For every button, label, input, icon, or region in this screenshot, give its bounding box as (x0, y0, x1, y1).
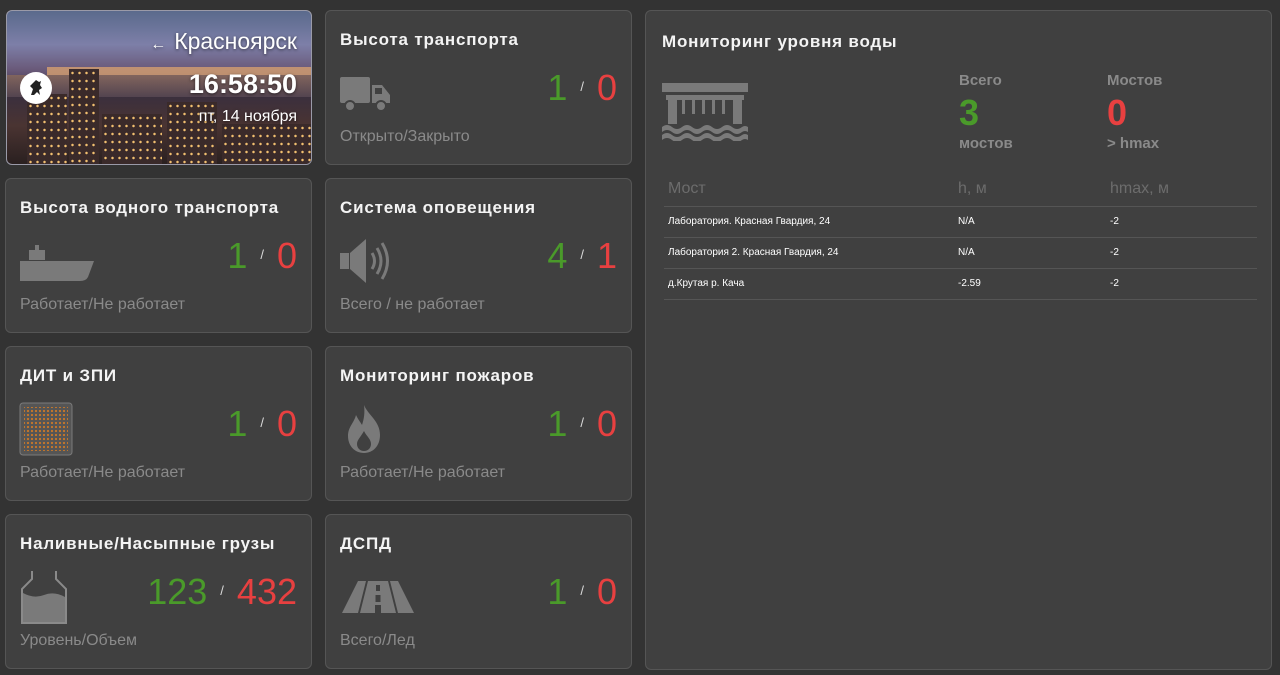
card-title: Высота водного транспорта (20, 198, 279, 217)
city-photo-building (69, 69, 99, 164)
total-value: 3 (959, 92, 980, 133)
count-bad: 0 (596, 67, 617, 108)
count-ok: 4 (547, 235, 568, 276)
count-bad: 1 (596, 235, 617, 276)
city-switch-link[interactable]: ← Красноярск (150, 28, 297, 55)
count-separator: / (580, 414, 584, 430)
bridge-water-icon (662, 83, 748, 146)
water-level-panel[interactable]: Мониторинг уровня воды Всего 3 мостов Мо… (645, 10, 1272, 670)
ship-icon (18, 231, 98, 291)
count-separator: / (580, 582, 584, 598)
count-ok: 1 (547, 571, 568, 612)
card-title: Высота транспорта (340, 30, 519, 49)
cell-bridge-name: Лаборатория 2. Красная Гвардия, 24 (664, 237, 954, 269)
city-photo-building (27, 94, 67, 164)
count-separator: / (580, 78, 584, 94)
count-separator: / (580, 246, 584, 262)
count-ok: 1 (227, 403, 248, 444)
status-counts: 1 / 0 (227, 235, 297, 277)
card-title: Мониторинг пожаров (340, 366, 535, 385)
card-title: Система оповещения (340, 198, 536, 217)
total-label: Всего (959, 72, 1002, 89)
card-subtitle: Работает/Не работает (20, 296, 186, 313)
cell-h: N/A (954, 237, 1106, 269)
card-alert-system[interactable]: Система оповещения 4 / 1 Всего / не рабо… (325, 178, 632, 333)
count-separator: / (260, 246, 264, 262)
status-counts: 1 / 0 (547, 403, 617, 445)
count-ok: 1 (547, 403, 568, 444)
count-ok: 123 (147, 571, 208, 612)
count-ok: 1 (547, 67, 568, 108)
card-subtitle: Всего / не работает (340, 296, 485, 313)
city-emblem-icon (20, 72, 52, 104)
column-header-bridge[interactable]: Мост (664, 172, 954, 207)
card-subtitle: Всего/Лед (340, 632, 415, 649)
count-bad: 0 (276, 403, 297, 444)
fire-icon (338, 399, 418, 459)
count-bad: 0 (596, 403, 617, 444)
panel-title: Мониторинг уровня воды (662, 32, 898, 51)
city-card[interactable]: ← Красноярск 16:58:50 пт, 14 ноября (6, 10, 312, 165)
card-subtitle: Работает/Не работает (20, 464, 186, 481)
total-sub: мостов (959, 135, 1013, 152)
table-row[interactable]: д.Крутая р. Кача -2.59 -2 (664, 268, 1257, 300)
count-separator: / (260, 414, 264, 430)
card-dit-zpi[interactable]: ДИТ и ЗПИ 1 / 0 Работает/Не работает (5, 346, 312, 501)
card-transport-height[interactable]: Высота транспорта 1 / 0 Открыто/Закрыто (325, 10, 632, 165)
status-counts: 1 / 0 (547, 571, 617, 613)
clock-time: 16:58:50 (188, 69, 297, 99)
led-board-icon (18, 399, 98, 459)
card-title: ДИТ и ЗПИ (20, 366, 117, 385)
bridges-table: Мост h, м hmax, м Лаборатория. Красная Г… (664, 172, 1257, 300)
count-bad: 0 (596, 571, 617, 612)
back-arrow-icon[interactable]: ← (150, 36, 166, 53)
cell-hmax: -2 (1106, 268, 1257, 300)
count-bad: 432 (236, 571, 297, 612)
status-counts: 1 / 0 (547, 67, 617, 109)
road-icon (338, 567, 418, 627)
count-ok: 1 (227, 235, 248, 276)
column-header-h[interactable]: h, м (954, 172, 1106, 207)
truck-icon (338, 63, 418, 123)
card-dspd[interactable]: ДСПД 1 / 0 Всего/Лед (325, 514, 632, 669)
table-header-row: Мост h, м hmax, м (664, 172, 1257, 207)
bridges-over-hmax-value: 0 (1107, 92, 1128, 133)
city-photo-building (102, 114, 162, 164)
clock-date: пт, 14 ноября (198, 108, 297, 125)
table-row[interactable]: Лаборатория. Красная Гвардия, 24 N/A -2 (664, 206, 1257, 238)
city-photo-building (222, 124, 311, 164)
cell-hmax: -2 (1106, 206, 1257, 238)
status-counts: 1 / 0 (227, 403, 297, 445)
cell-h: -2.59 (954, 268, 1106, 300)
tank-icon (18, 567, 98, 627)
speaker-icon (338, 231, 418, 291)
card-liquid-bulk-cargo[interactable]: Наливные/Насыпные грузы 123 / 432 Уровен… (5, 514, 312, 669)
card-subtitle: Работает/Не работает (340, 464, 506, 481)
table-row[interactable]: Лаборатория 2. Красная Гвардия, 24 N/A -… (664, 237, 1257, 269)
cell-h: N/A (954, 206, 1106, 238)
status-counts: 4 / 1 (547, 235, 617, 277)
count-separator: / (220, 582, 224, 598)
bridges-sub: > hmax (1107, 135, 1160, 152)
city-name: Красноярск (174, 28, 297, 54)
card-title: Наливные/Насыпные грузы (20, 534, 276, 553)
card-water-transport-height[interactable]: Высота водного транспорта 1 / 0 Работает… (5, 178, 312, 333)
status-counts: 123 / 432 (147, 571, 297, 613)
card-subtitle: Уровень/Объем (20, 632, 138, 649)
cell-bridge-name: Лаборатория. Красная Гвардия, 24 (664, 206, 954, 238)
card-subtitle: Открыто/Закрыто (340, 128, 470, 145)
cell-bridge-name: д.Крутая р. Кача (664, 268, 954, 300)
bridges-label: Мостов (1107, 72, 1163, 89)
cell-hmax: -2 (1106, 237, 1257, 269)
count-bad: 0 (276, 235, 297, 276)
card-fire-monitoring[interactable]: Мониторинг пожаров 1 / 0 Работает/Не раб… (325, 346, 632, 501)
card-title: ДСПД (340, 534, 392, 553)
column-header-hmax[interactable]: hmax, м (1106, 172, 1257, 207)
